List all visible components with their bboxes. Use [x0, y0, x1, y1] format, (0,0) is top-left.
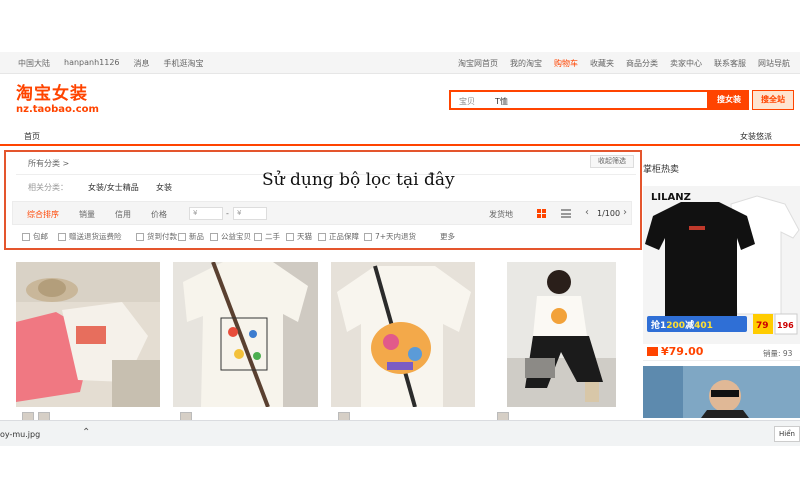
ad-tag-2: 196 [777, 321, 794, 330]
region-selector[interactable]: 中国大陆 [18, 58, 50, 69]
ad-coupon-mid: 减 [685, 319, 694, 331]
category-option-women-boutique[interactable]: 女装/女士精品 [88, 182, 139, 193]
sidebar-ad-image[interactable]: LILANZ 抢1200减401 79 196 [643, 186, 800, 344]
sidebar-title: 掌柜热卖 [643, 165, 680, 175]
all-categories-link[interactable]: 所有分类 > [28, 158, 69, 169]
nav-home-link[interactable]: 淘宝网首页 [458, 58, 498, 69]
search-scope[interactable]: 宝贝 [459, 96, 475, 107]
quick-filter-checkboxes: 包邮 赠送退货运费险 货到付款 新品 公益宝贝 二手 天猫 正品保障 7+天内退… [18, 230, 628, 244]
product-image-4[interactable] [507, 262, 616, 407]
subnav-right-link[interactable]: 女装悠派 [740, 131, 772, 142]
price-min-input[interactable]: ¥ [189, 207, 223, 220]
nav-cart[interactable]: 购物车 [554, 58, 578, 69]
check-second-hand[interactable]: 二手 [254, 231, 280, 242]
nav-customer-service[interactable]: 联系客服 [714, 58, 746, 69]
nav-categories[interactable]: 商品分类 [626, 58, 658, 69]
sidebar-price: ¥79.00 [661, 345, 704, 358]
search-all-button[interactable]: 搜全站 [752, 90, 794, 110]
price-max-input[interactable]: ¥ [233, 207, 267, 220]
taobao-logo[interactable]: 淘宝女装 nz.taobao.com [16, 84, 126, 115]
product-image-1[interactable] [16, 262, 160, 407]
ship-from-filter[interactable]: 发货地 [489, 209, 513, 220]
check-authentic[interactable]: 正品保障 [318, 231, 359, 242]
next-page-icon[interactable]: › [623, 207, 627, 218]
sort-credit[interactable]: 信用 [115, 209, 131, 220]
category-option-women[interactable]: 女装 [156, 182, 172, 193]
nav-my-taobao[interactable]: 我的淘宝 [510, 58, 542, 69]
category-nav: 首页 女装悠派 [0, 128, 800, 146]
site-nav: 中国大陆 hanpanh1126 消息 手机逛淘宝 淘宝网首页 我的淘宝 购物车… [0, 52, 800, 74]
messages-link[interactable]: 消息 [134, 58, 150, 69]
nav-favorites[interactable]: 收藏夹 [590, 58, 614, 69]
sort-bar: 综合排序 销量 信用 价格 ¥ - ¥ 发货地 ‹ 1/100 › [12, 201, 632, 225]
sort-comprehensive[interactable]: 综合排序 [27, 209, 59, 220]
sidebar-price-row: ¥79.00 销量: 93 [643, 343, 800, 361]
price-tag-icon [647, 347, 658, 356]
logo-text: 淘宝女装 [16, 84, 88, 104]
subnav-home[interactable]: 首页 [24, 131, 40, 142]
search-query: T恤 [495, 97, 508, 106]
sort-price[interactable]: 价格 [151, 209, 167, 220]
ad-coupon-prefix: 抢1 [651, 319, 666, 331]
download-file-name[interactable]: oy-mu.jpg [0, 430, 40, 439]
download-bar: oy-mu.jpg ⌃ Hiển [0, 420, 800, 446]
svg-text:抢1200减401: 抢1200减401 [651, 319, 713, 331]
grid-view-icon[interactable] [537, 209, 546, 218]
ad-coupon-value: 200 [666, 321, 685, 331]
browser-page: 中国大陆 hanpanh1126 消息 手机逛淘宝 淘宝网首页 我的淘宝 购物车… [0, 0, 800, 500]
collapse-filter-button[interactable]: 收起筛选 [590, 155, 634, 168]
check-return-insurance[interactable]: 赠送退货运费险 [58, 231, 122, 242]
product-image-3[interactable] [331, 262, 475, 407]
sort-sales[interactable]: 销量 [79, 209, 95, 220]
check-free-shipping[interactable]: 包邮 [22, 231, 48, 242]
check-new[interactable]: 新品 [178, 231, 204, 242]
check-tmall[interactable]: 天猫 [286, 231, 312, 242]
price-separator-dash: - [226, 209, 229, 218]
check-7day-return[interactable]: 7+天内退货 [364, 231, 416, 242]
ad-brand-text: LILANZ [651, 192, 691, 203]
nav-seller-center[interactable]: 卖家中心 [670, 58, 702, 69]
page-indicator: 1/100 [597, 209, 621, 218]
related-category-label: 相关分类： [28, 183, 68, 192]
ad-coupon-end: 401 [694, 321, 713, 331]
ad-tag-1: 79 [756, 321, 769, 331]
chevron-up-icon[interactable]: ⌃ [82, 427, 90, 438]
sidebar-ad-image-2[interactable] [643, 366, 800, 418]
more-filters-link[interactable]: 更多 [440, 231, 455, 242]
sidebar-sold: 销量: 93 [763, 349, 793, 358]
search-input[interactable]: 宝贝 T恤 [449, 90, 709, 110]
show-all-downloads-button[interactable]: Hiển [774, 426, 800, 442]
logo-url: nz.taobao.com [16, 104, 99, 115]
product-image-2[interactable] [173, 262, 318, 407]
mobile-link[interactable]: 手机逛淘宝 [164, 58, 204, 69]
search-women-button[interactable]: 搜女装 [709, 90, 749, 110]
check-cash-on-delivery[interactable]: 货到付款 [136, 231, 177, 242]
list-view-icon[interactable] [561, 209, 571, 218]
nav-site-map[interactable]: 网站导航 [758, 58, 790, 69]
annotation-text: Sử dụng bộ lọc tại đây [262, 170, 455, 190]
prev-page-icon[interactable]: ‹ [585, 207, 589, 218]
check-charity[interactable]: 公益宝贝 [210, 231, 251, 242]
user-link[interactable]: hanpanh1126 [64, 58, 120, 69]
